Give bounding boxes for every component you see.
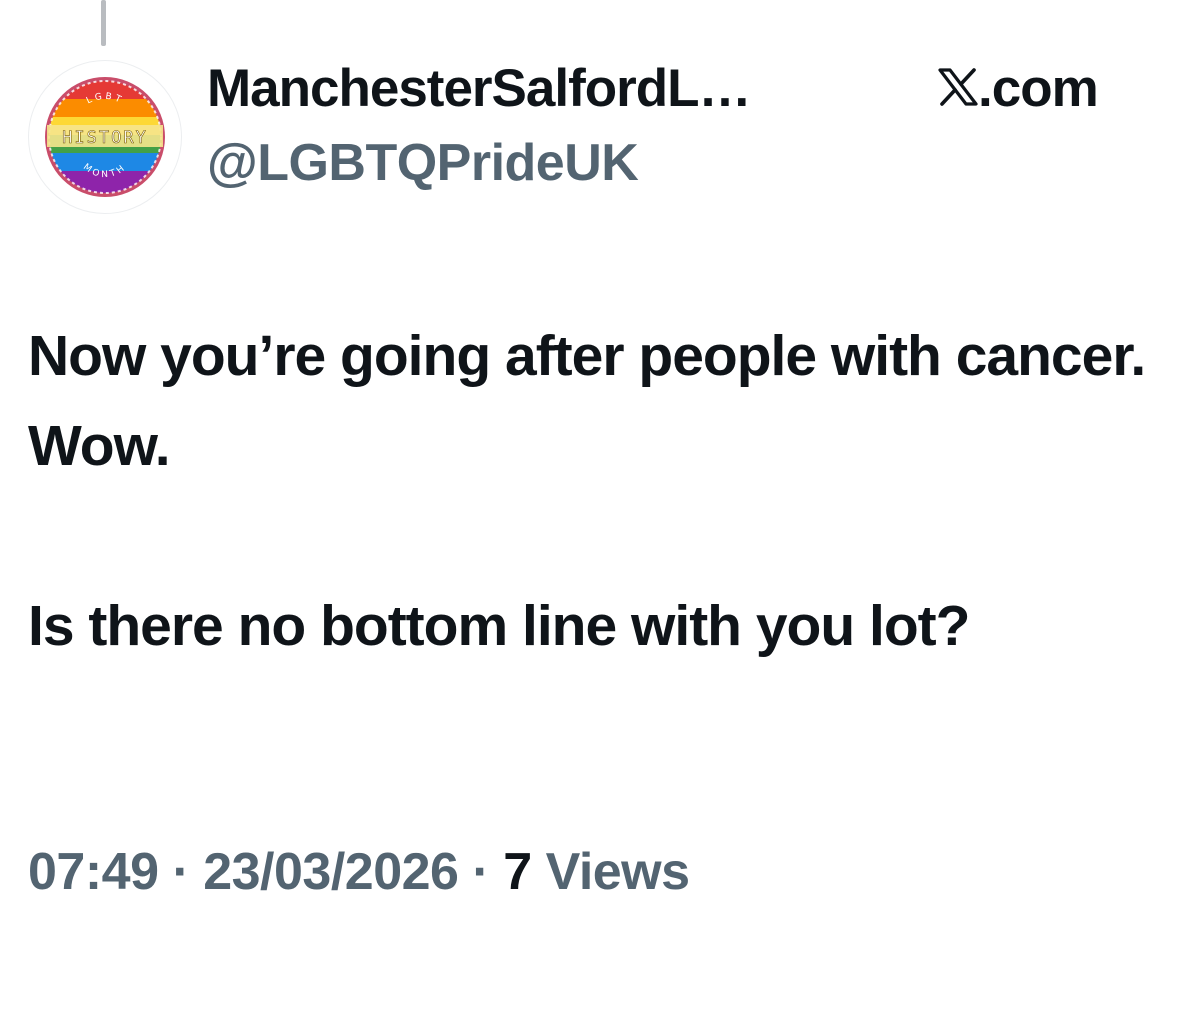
author-handle[interactable]: @LGBTQPrideUK [207,133,639,193]
views-count[interactable]: 7 [503,843,532,901]
lgbt-history-month-badge-icon: HISTORY LGBT MONTH [45,77,165,197]
source-label[interactable]: .com [938,58,1099,119]
avatar[interactable]: HISTORY LGBT MONTH [28,60,182,214]
x-logo-icon [938,68,978,106]
post-paragraph: Is there no bottom line with you lot? [28,594,970,658]
source-domain: .com [978,59,1099,118]
post-text: Now you’re going after people with cance… [28,311,1158,671]
meta-separator: · [158,843,204,901]
views-label: Views [531,843,690,901]
post-time[interactable]: 07:49 [28,843,159,901]
post-date[interactable]: 23/03/2026 [203,843,459,901]
author-display-name[interactable]: ManchesterSalfordL… [207,58,752,119]
post-meta: 07:49 · 23/03/2026 · 7 Views [28,842,690,902]
post-paragraph: Now you’re going after people with cance… [28,324,1146,478]
thread-connector-line [101,0,106,46]
meta-separator: · [458,843,504,901]
avatar-text-history: HISTORY [62,128,148,148]
